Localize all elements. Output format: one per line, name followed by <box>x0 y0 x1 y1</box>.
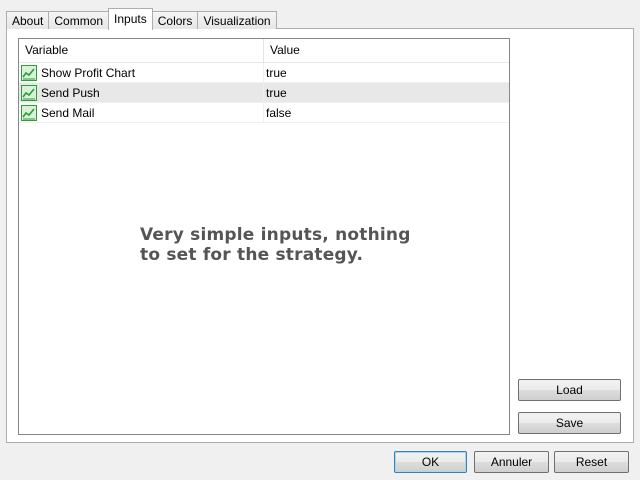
save-button[interactable]: Save <box>518 412 621 434</box>
value-cell[interactable]: false <box>264 103 509 122</box>
tab-colors[interactable]: Colors <box>151 11 199 29</box>
variable-value: true <box>266 66 287 80</box>
variable-name: Send Mail <box>41 105 95 120</box>
variable-value: true <box>266 86 287 100</box>
tab-inputs[interactable]: Inputs <box>108 8 153 30</box>
input-row[interactable]: Send Mail false <box>19 103 509 123</box>
overlay-line-1: Very simple inputs, nothing <box>140 225 411 245</box>
variable-cell: Send Mail <box>19 103 264 122</box>
variable-name: Show Profit Chart <box>41 65 136 80</box>
tab-visualization[interactable]: Visualization <box>197 11 277 29</box>
input-row[interactable]: Send Push true <box>19 83 509 103</box>
tab-about[interactable]: About <box>6 11 50 29</box>
bool-param-icon <box>21 84 37 101</box>
tab-common[interactable]: Common <box>48 11 110 29</box>
list-header: Variable Value <box>19 39 509 63</box>
variable-cell: Show Profit Chart <box>19 63 264 82</box>
column-header-value[interactable]: Value <box>264 39 509 62</box>
bool-param-icon <box>21 64 37 81</box>
variable-name: Send Push <box>41 85 100 100</box>
value-cell[interactable]: true <box>264 83 509 102</box>
variable-value: false <box>266 106 292 120</box>
column-header-variable[interactable]: Variable <box>19 39 264 62</box>
overlay-line-2: to set for the strategy. <box>140 245 364 265</box>
ok-button[interactable]: OK <box>394 451 467 473</box>
bool-param-icon <box>21 104 37 121</box>
tab-strip: About Common Inputs Colors Visualization <box>6 8 277 30</box>
variable-cell: Send Push <box>19 83 264 102</box>
cancel-button[interactable]: Annuler <box>474 451 549 473</box>
value-cell[interactable]: true <box>264 63 509 82</box>
overlay-caption: Very simple inputs, nothing to set for t… <box>140 225 480 265</box>
reset-button[interactable]: Reset <box>554 451 629 473</box>
input-row[interactable]: Show Profit Chart true <box>19 63 509 83</box>
load-button[interactable]: Load <box>518 379 621 401</box>
